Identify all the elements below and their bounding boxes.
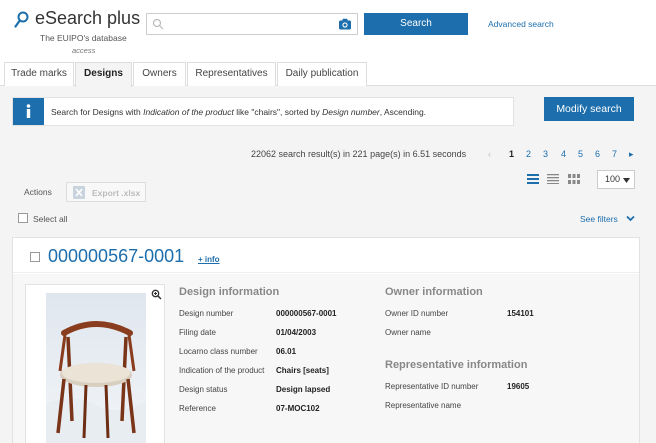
select-all-checkbox[interactable] [18, 213, 28, 223]
field-label: Filing date [179, 328, 216, 337]
header: eSearch plus The EUIPO's database access… [0, 0, 656, 60]
field-value: 000000567-0001 [276, 309, 337, 318]
results-per-page-select[interactable]: 100 [597, 170, 635, 189]
chevron-down-icon[interactable] [626, 215, 635, 222]
search-summary-banner: Search for Designs with Indication of th… [12, 97, 514, 126]
design-number-title[interactable]: 000000567-0001 [48, 246, 184, 267]
tab-bar: Trade marks Designs Owners Representativ… [0, 60, 656, 87]
tab-daily-publication[interactable]: Daily publication [277, 62, 367, 86]
field-label: Owner name [385, 328, 431, 337]
export-label: Export .xlsx [92, 188, 141, 198]
banner-text-suffix: , Ascending. [379, 107, 427, 117]
search-icon [152, 18, 164, 30]
banner-field: Indication of the product [143, 107, 234, 117]
field-label: Indication of the product [179, 366, 265, 375]
result-checkbox[interactable] [30, 252, 40, 262]
field-value: 154101 [507, 309, 534, 318]
search-box [146, 13, 358, 35]
field-value: 01/04/2003 [276, 328, 317, 337]
camera-icon[interactable] [338, 17, 352, 31]
field-label: Design number [179, 309, 234, 318]
field-value: 07-MOC102 [276, 404, 320, 413]
search-input[interactable] [167, 16, 327, 32]
prev-page-icon[interactable]: ‹ [488, 149, 491, 159]
design-image-chair[interactable] [46, 293, 146, 443]
tab-representatives[interactable]: Representatives [187, 62, 276, 86]
more-info-link[interactable]: + info [198, 255, 220, 264]
field-label: Locarno class number [179, 347, 258, 356]
chevron-down-icon [623, 178, 630, 183]
result-card-header: 000000567-0001 + info [13, 238, 639, 273]
tab-owners[interactable]: Owners [133, 62, 186, 86]
page-link-5[interactable]: 5 [578, 149, 583, 159]
result-card-body: Design information Design number 0000005… [13, 274, 639, 443]
banner-text-mid: like "chairs", sorted by [233, 107, 323, 117]
modify-search-button[interactable]: Modify search [544, 97, 634, 121]
page-link-3[interactable]: 3 [543, 149, 548, 159]
field-label: Design status [179, 385, 228, 394]
zoom-in-icon[interactable] [151, 289, 162, 300]
page-link-1[interactable]: 1 [509, 149, 514, 159]
field-label: Owner ID number [385, 309, 449, 318]
field-value: 06.01 [276, 347, 297, 356]
page-link-2[interactable]: 2 [526, 149, 531, 159]
design-image-frame [25, 284, 165, 443]
advanced-search-link[interactable]: Advanced search [488, 19, 554, 29]
design-info-heading: Design information [179, 286, 280, 298]
grid-view-icon[interactable] [568, 174, 580, 184]
page-link-6[interactable]: 6 [595, 149, 600, 159]
per-page-value: 100 [605, 174, 621, 184]
excel-icon [73, 186, 85, 199]
esearch-logo-icon [14, 11, 29, 28]
search-description: Search for Designs with Indication of th… [51, 107, 426, 117]
app-subtitle-2: access [72, 46, 96, 55]
field-value: Design lapsed [276, 385, 331, 394]
list-view-icon[interactable] [527, 174, 539, 184]
app-title: eSearch plus [35, 8, 141, 28]
banner-sort-field: Design number [322, 107, 380, 117]
actions-label: Actions [24, 187, 52, 197]
page-link-4[interactable]: 4 [561, 149, 566, 159]
next-page-icon[interactable]: ▸ [629, 149, 634, 160]
see-filters-link[interactable]: See filters [580, 214, 618, 224]
field-label: Reference [179, 404, 216, 413]
info-box [13, 98, 44, 125]
export-xlsx-button[interactable]: Export .xlsx [66, 182, 146, 202]
field-value: Chairs [seats] [276, 366, 329, 375]
field-label: Representative ID number [385, 382, 479, 391]
banner-text-prefix: Search for Designs with [51, 107, 144, 117]
field-value: 19605 [507, 382, 530, 391]
tab-trade-marks[interactable]: Trade marks [4, 62, 74, 86]
owner-info-heading: Owner information [385, 286, 483, 298]
result-card: 000000567-0001 + info Design information… [12, 237, 640, 443]
field-label: Representative name [385, 401, 462, 410]
select-all-label: Select all [33, 214, 68, 224]
representative-info-heading: Representative information [385, 359, 528, 371]
tab-designs[interactable]: Designs [75, 62, 132, 87]
compact-list-icon[interactable] [547, 174, 559, 184]
page-link-7[interactable]: 7 [612, 149, 617, 159]
info-icon [26, 104, 31, 118]
search-button[interactable]: Search [364, 13, 468, 35]
results-summary: 22062 search result(s) in 221 page(s) in… [251, 149, 467, 159]
app-subtitle: The EUIPO's database [40, 33, 127, 43]
